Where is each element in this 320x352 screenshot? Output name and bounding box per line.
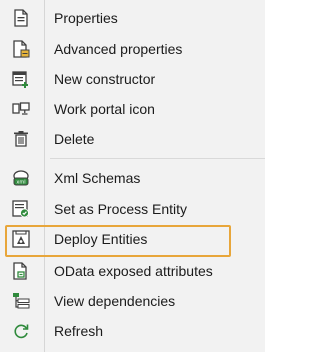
- menu-separator: [50, 158, 265, 159]
- refresh-icon: [11, 321, 31, 341]
- menu-item-work-portal-icon[interactable]: Work portal icon: [0, 94, 265, 124]
- menu-item-properties[interactable]: Properties: [0, 3, 265, 33]
- menu-item-new-constructor[interactable]: New constructor: [0, 64, 265, 94]
- menu-item-advanced-properties[interactable]: Advanced properties: [0, 34, 265, 64]
- menu-item-label: Set as Process Entity: [54, 201, 188, 217]
- menu-item-label: Properties: [54, 10, 118, 26]
- svg-text:xml: xml: [16, 180, 25, 186]
- advanced-properties-icon: [11, 39, 31, 59]
- new-constructor-icon: [11, 69, 31, 89]
- properties-icon: [11, 8, 31, 28]
- menu-item-label: Work portal icon: [54, 101, 155, 117]
- menu-item-refresh[interactable]: Refresh: [0, 316, 265, 346]
- menu-item-view-dependencies[interactable]: View dependencies: [0, 286, 265, 316]
- menu-item-delete[interactable]: Delete: [0, 124, 265, 154]
- xml-schemas-icon: xml: [11, 168, 31, 188]
- view-dependencies-icon: [11, 291, 31, 311]
- menu-item-odata-exposed-attributes[interactable]: OData exposed attributes: [0, 256, 265, 286]
- process-entity-icon: [11, 199, 31, 219]
- menu-item-label: Refresh: [54, 323, 104, 339]
- context-menu: Properties Advanced properties New const…: [0, 0, 265, 352]
- menu-item-label: OData exposed attributes: [54, 263, 213, 279]
- menu-item-set-as-process-entity[interactable]: Set as Process Entity: [0, 194, 265, 224]
- menu-item-label: Xml Schemas: [54, 170, 141, 186]
- delete-icon: [11, 129, 31, 149]
- menu-item-label: Advanced properties: [54, 41, 183, 57]
- menu-item-label: Delete: [54, 131, 95, 147]
- work-portal-icon: [11, 99, 31, 119]
- menu-item-label: New constructor: [54, 71, 156, 87]
- odata-icon: [11, 261, 31, 281]
- menu-item-xml-schemas[interactable]: xml Xml Schemas: [0, 163, 265, 193]
- highlight-box: [5, 225, 231, 257]
- menu-item-label: View dependencies: [54, 293, 176, 309]
